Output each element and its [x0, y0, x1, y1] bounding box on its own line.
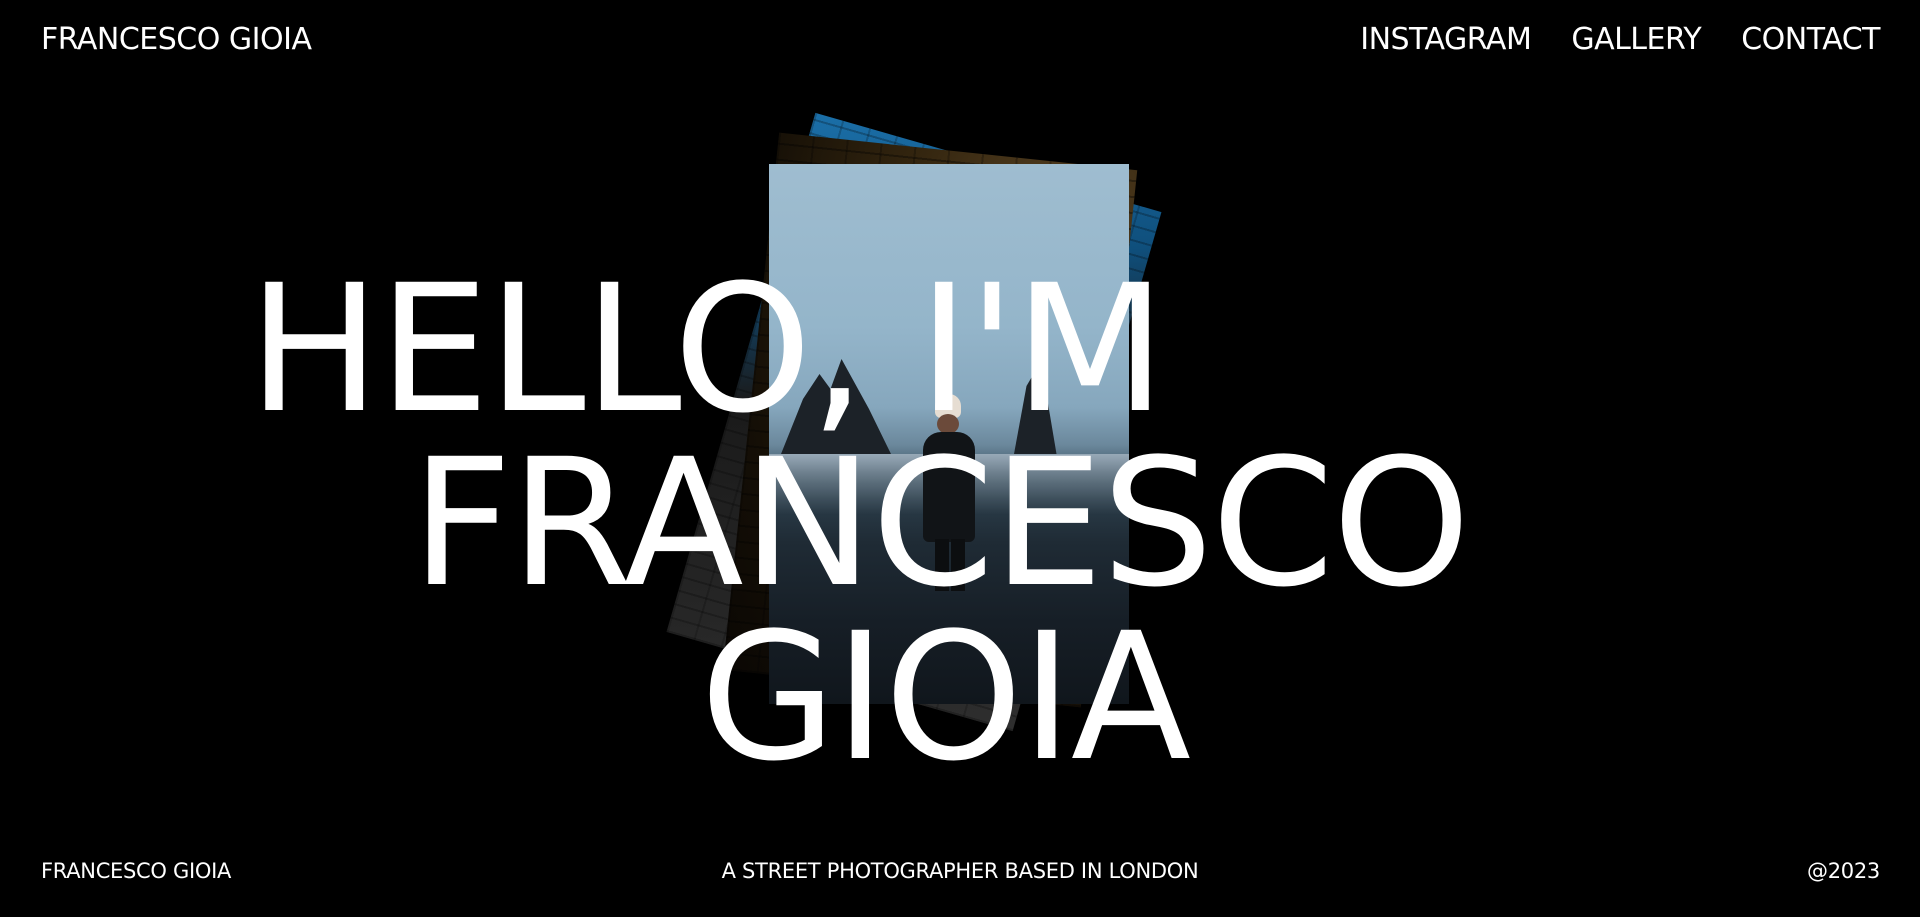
footer: FRANCESCO GIOIA A STREET PHOTOGRAPHER BA… — [0, 857, 1920, 885]
page: FRANCESCO GIOIA INSTAGRAM GALLERY CONTAC… — [0, 0, 1920, 917]
brand-logo-link[interactable]: FRANCESCO GIOIA — [41, 22, 312, 58]
hero-photo-beach — [769, 164, 1129, 704]
nav-contact-link[interactable]: CONTACT — [1741, 22, 1880, 58]
sea-stack-rock — [1014, 369, 1057, 454]
footer-copyright: @2023 — [1807, 859, 1880, 883]
sea-stack-rock — [781, 359, 891, 454]
main-nav: INSTAGRAM GALLERY CONTACT — [1360, 22, 1880, 58]
nav-instagram-link[interactable]: INSTAGRAM — [1360, 22, 1532, 58]
nav-gallery-link[interactable]: GALLERY — [1571, 22, 1701, 58]
footer-tagline: A STREET PHOTOGRAPHER BASED IN LONDON — [721, 859, 1199, 883]
person-figure — [917, 394, 981, 594]
